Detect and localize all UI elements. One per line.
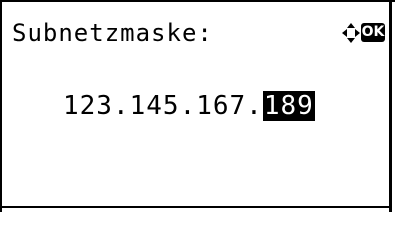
selected-octet[interactable]: 189 bbox=[262, 91, 315, 121]
subnet-mask-value: 123.145.167. bbox=[63, 91, 263, 121]
four-way-arrow-icon bbox=[342, 23, 360, 43]
lcd-screen: Subnetzmaske: OK 123.145.167.189 bbox=[0, 0, 395, 212]
frame-top-border bbox=[0, 0, 395, 2]
frame-bottom-border bbox=[0, 206, 392, 208]
frame-right-border bbox=[389, 0, 392, 212]
screen-title: Subnetzmaske: bbox=[12, 19, 213, 47]
ok-key-icon[interactable]: OK bbox=[361, 23, 385, 42]
frame-left-border bbox=[0, 0, 2, 212]
subnet-mask-field[interactable]: 123.145.167.189 bbox=[63, 90, 315, 122]
